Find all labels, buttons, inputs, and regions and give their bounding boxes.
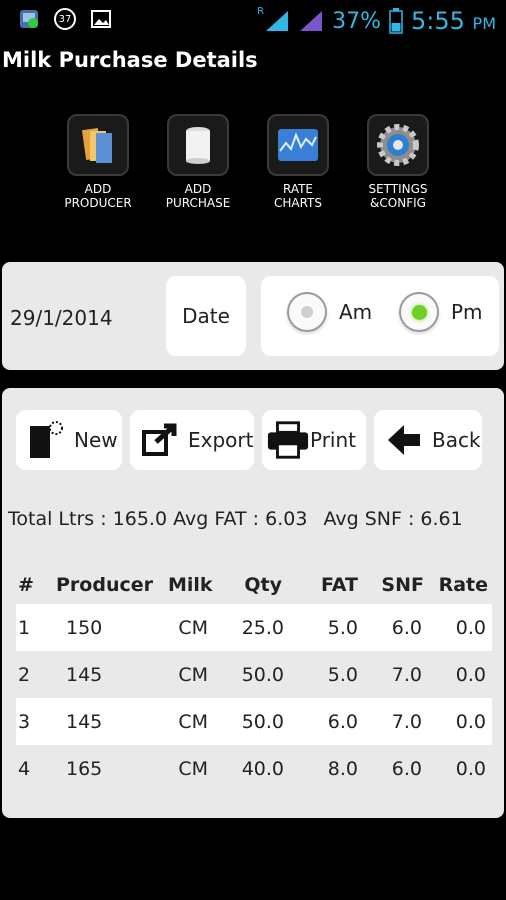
- date-value: 29/1/2014: [10, 306, 113, 330]
- settings-config-label: SETTINGS &CONFIG: [368, 182, 428, 210]
- cell-index: 3: [18, 710, 31, 733]
- gear-icon: [367, 114, 429, 176]
- cell-milk: CM: [178, 663, 208, 686]
- cell-fat: 5.0: [327, 663, 358, 686]
- back-arrow-icon: [382, 418, 426, 462]
- cell-fat: 5.0: [327, 616, 358, 639]
- shift-selector: Am Pm: [261, 276, 499, 356]
- new-label: New: [74, 428, 118, 452]
- cell-fat: 8.0: [327, 757, 358, 780]
- avg-snf: Avg SNF : 6.61: [323, 508, 463, 530]
- page-title: Milk Purchase Details: [2, 48, 258, 72]
- add-producer-button[interactable]: ADD PRODUCER: [48, 114, 148, 210]
- am-radio[interactable]: Am: [287, 292, 372, 332]
- table-row[interactable]: 2 145 CM 50.0 5.0 7.0 0.0: [16, 651, 492, 698]
- header-fat: FAT: [321, 574, 358, 596]
- add-producer-label: ADD PRODUCER: [64, 182, 132, 210]
- milk-can-icon: [167, 114, 229, 176]
- cell-producer: 145: [66, 710, 103, 733]
- image-icon: [91, 10, 111, 28]
- rate-charts-label: RATE CHARTS: [273, 182, 323, 210]
- cell-milk: CM: [178, 757, 208, 780]
- rate-charts-button[interactable]: RATE CHARTS: [248, 114, 348, 210]
- cell-rate: 0.0: [455, 663, 486, 686]
- cell-index: 4: [18, 757, 31, 780]
- cell-qty: 25.0: [241, 616, 284, 639]
- header-milk: Milk: [168, 574, 213, 596]
- header-index: #: [18, 574, 34, 596]
- clock: 5:55 PM: [411, 7, 496, 35]
- header-qty: Qty: [244, 574, 282, 596]
- new-button[interactable]: New: [16, 410, 122, 470]
- total-ltrs: Total Ltrs : 165.0: [8, 508, 168, 530]
- cell-fat: 6.0: [327, 710, 358, 733]
- notification-37-icon: 37: [54, 8, 76, 30]
- header-rate: Rate: [438, 574, 488, 596]
- table-header: # Producer Milk Qty FAT SNF Rate: [16, 566, 492, 604]
- cell-snf: 6.0: [391, 757, 422, 780]
- settings-config-button[interactable]: SETTINGS &CONFIG: [348, 114, 448, 210]
- cell-snf: 7.0: [391, 663, 422, 686]
- table-row[interactable]: 1 150 CM 25.0 5.0 6.0 0.0: [16, 604, 492, 651]
- cell-qty: 50.0: [241, 663, 284, 686]
- folders-icon: [67, 114, 129, 176]
- status-bar: 37 R 37% 5:55 PM: [0, 0, 506, 40]
- cell-producer: 165: [66, 757, 103, 780]
- avg-fat: Avg FAT : 6.03: [173, 508, 308, 530]
- print-label: Print: [310, 428, 357, 452]
- summary-line: Total Ltrs : 165.0 Avg FAT : 6.03 Avg SN…: [8, 508, 463, 530]
- roaming-indicator: R: [257, 6, 265, 17]
- pm-radio[interactable]: Pm: [399, 292, 483, 332]
- add-purchase-button[interactable]: ADD PURCHASE: [148, 114, 248, 210]
- signal-2-icon: [300, 11, 323, 31]
- export-icon: [138, 418, 182, 462]
- am-label: Am: [339, 300, 373, 324]
- am-radio-circle: [287, 292, 327, 332]
- cell-index: 2: [18, 663, 31, 686]
- header-snf: SNF: [381, 574, 424, 596]
- table-row[interactable]: 3 145 CM 50.0 6.0 7.0 0.0: [16, 698, 492, 745]
- battery-icon: [389, 8, 403, 34]
- cell-producer: 150: [66, 616, 103, 639]
- main-toolbar: ADD PRODUCER ADD PURCHASE RATE CHARTS SE…: [48, 114, 448, 210]
- cell-index: 1: [18, 616, 31, 639]
- pm-radio-circle: [399, 292, 439, 332]
- purchase-panel: New Export Print Back Total Ltrs: 165.0…: [2, 388, 504, 818]
- printer-icon: [266, 418, 310, 462]
- print-button[interactable]: Print: [262, 410, 366, 470]
- whatsapp-icon: [20, 10, 38, 28]
- cell-milk: CM: [178, 616, 208, 639]
- header-producer: Producer: [56, 574, 153, 596]
- new-document-icon: [24, 418, 68, 462]
- back-label: Back: [432, 428, 481, 452]
- cell-qty: 40.0: [241, 757, 284, 780]
- export-label: Export: [188, 428, 254, 452]
- cell-rate: 0.0: [455, 757, 486, 780]
- export-button[interactable]: Export: [130, 410, 254, 470]
- signal-icon: [266, 11, 289, 31]
- cell-snf: 7.0: [391, 710, 422, 733]
- cell-producer: 145: [66, 663, 103, 686]
- date-panel: 29/1/2014 Date Am Pm: [2, 262, 504, 370]
- cell-rate: 0.0: [455, 710, 486, 733]
- date-button[interactable]: Date: [166, 276, 246, 356]
- table-row[interactable]: 4 165 CM 40.0 8.0 6.0 0.0: [16, 745, 492, 792]
- cell-snf: 6.0: [391, 616, 422, 639]
- pm-label: Pm: [451, 300, 483, 324]
- cell-rate: 0.0: [455, 616, 486, 639]
- add-purchase-label: ADD PURCHASE: [165, 182, 231, 210]
- chart-icon: [267, 114, 329, 176]
- back-button[interactable]: Back: [374, 410, 482, 470]
- cell-milk: CM: [178, 710, 208, 733]
- battery-percent: 37%: [332, 8, 381, 34]
- action-bar: New Export Print Back: [16, 410, 496, 470]
- cell-qty: 50.0: [241, 710, 284, 733]
- purchase-table: # Producer Milk Qty FAT SNF Rate 1 150 C…: [16, 566, 492, 792]
